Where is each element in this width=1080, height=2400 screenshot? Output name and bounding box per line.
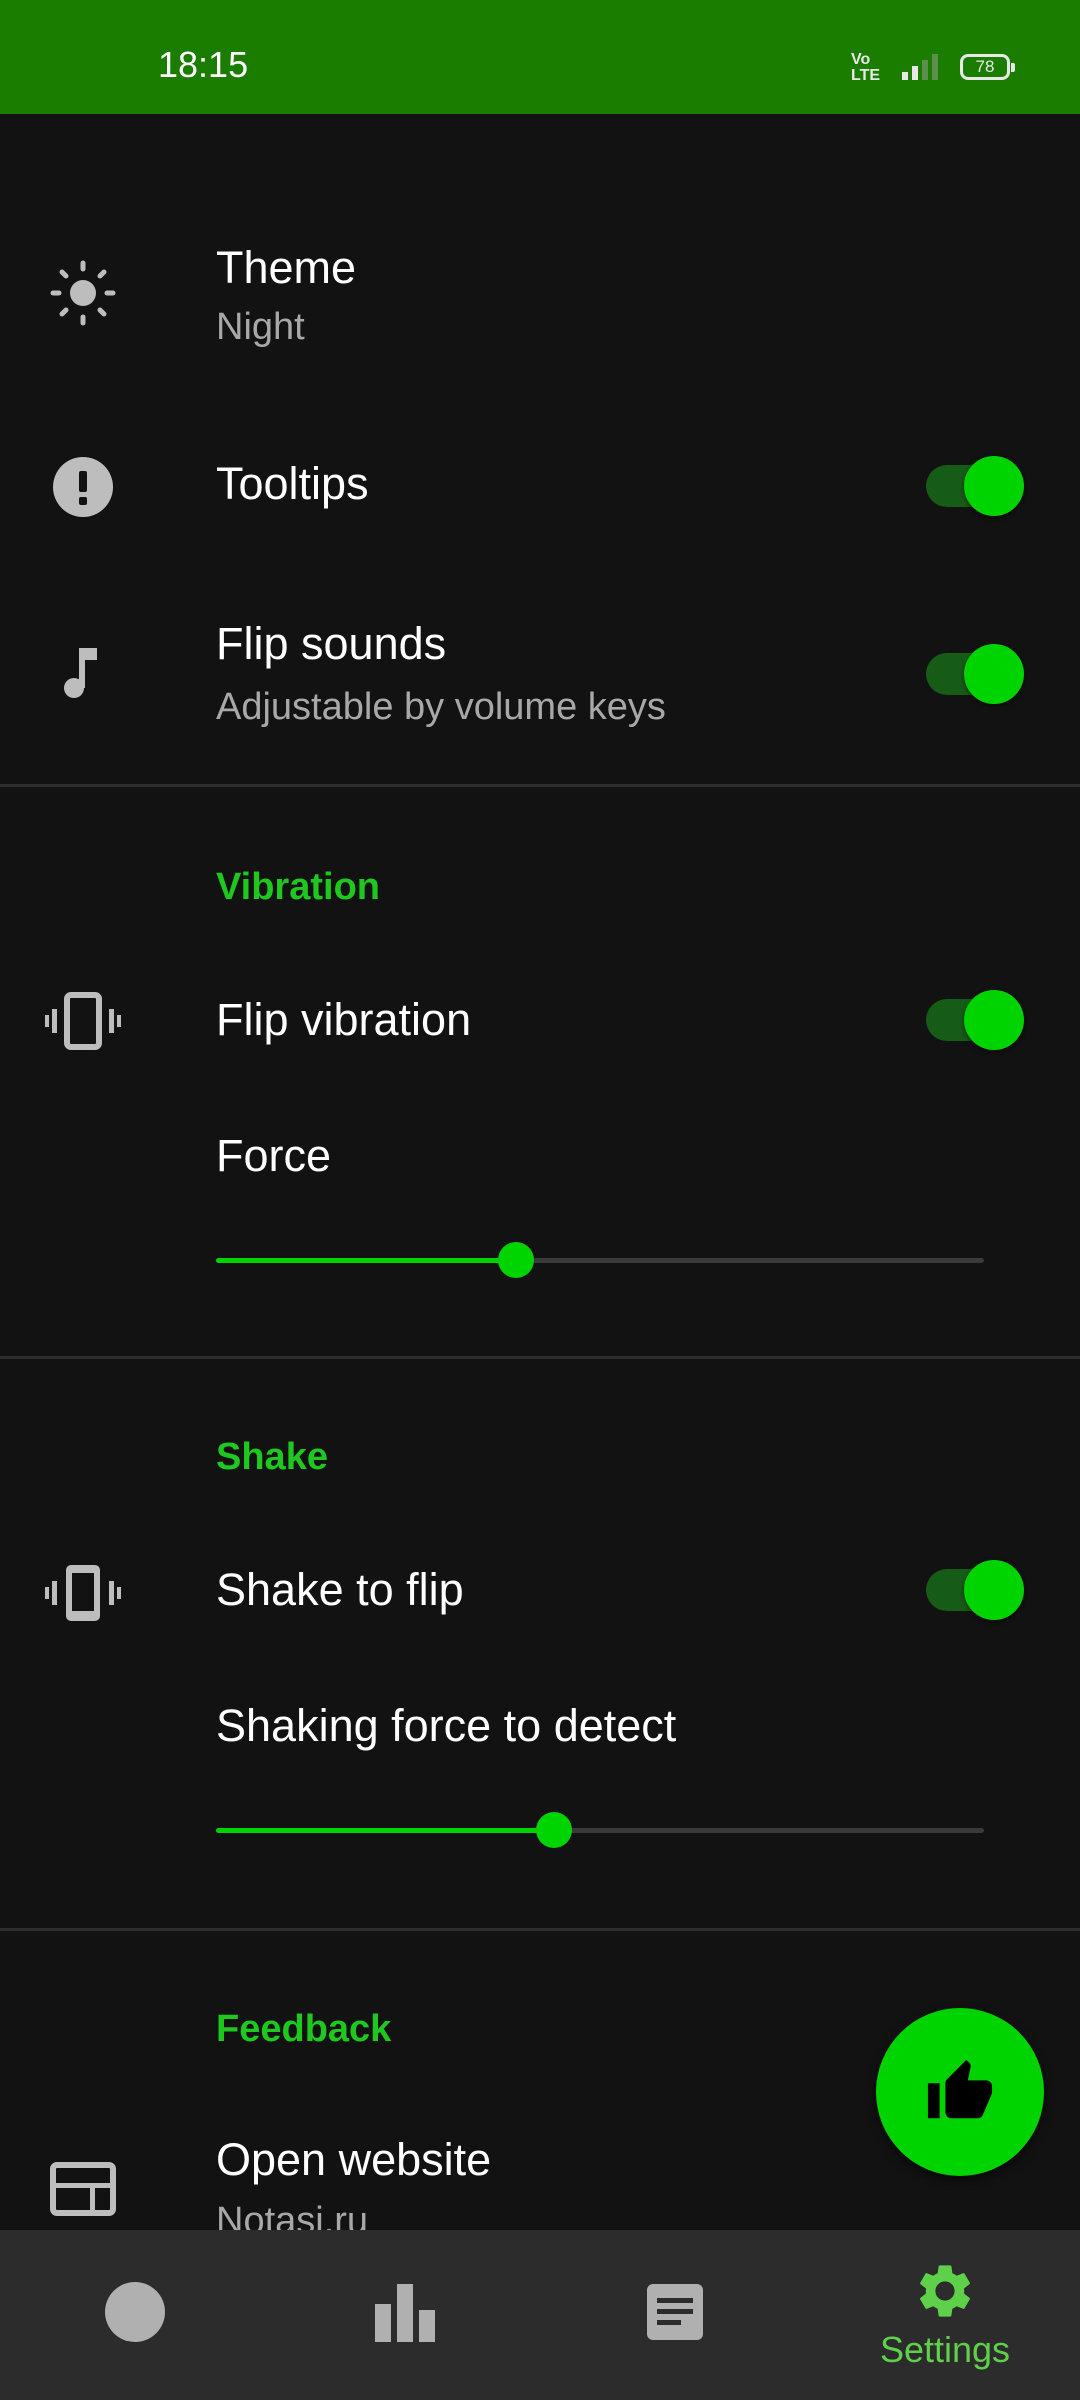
theme-title: Theme: [216, 242, 357, 293]
tooltips-toggle[interactable]: [924, 456, 1024, 516]
exclamation-icon: [53, 457, 113, 517]
shake-section-header: Shake: [216, 1436, 328, 1478]
open-website-title: Open website: [216, 2134, 492, 2185]
flip-vibration-title: Flip vibration: [216, 994, 472, 1045]
shake-to-flip-title: Shake to flip: [216, 1564, 464, 1615]
shaking-force-title: Shaking force to detect: [216, 1700, 677, 1751]
toggle-thumb: [964, 990, 1024, 1050]
circle-icon: [105, 2282, 165, 2342]
rate-fab-button[interactable]: [876, 2008, 1044, 2176]
status-time: 18:15: [158, 44, 249, 85]
settings-list[interactable]: Theme Night Tooltips Flip sounds Adjusta…: [0, 114, 1080, 2230]
tooltips-title: Tooltips: [216, 458, 369, 509]
nav-item-stats[interactable]: [270, 2230, 540, 2400]
gear-icon: [920, 2265, 970, 2317]
divider: [0, 1356, 1080, 1359]
flip-sounds-toggle[interactable]: [924, 644, 1024, 704]
shake-phone-icon: [45, 1565, 121, 1621]
feedback-section-header: Feedback: [216, 2008, 392, 2050]
notes-icon: [647, 2284, 703, 2340]
bar-chart-icon: [375, 2284, 435, 2342]
nav-item-flip[interactable]: [0, 2230, 270, 2400]
nav-item-notes[interactable]: [540, 2230, 810, 2400]
vibration-section-header: Vibration: [216, 866, 380, 908]
flip-sounds-subtitle: Adjustable by volume keys: [216, 686, 666, 728]
open-website-subtitle: Notasi.ru: [216, 2200, 369, 2230]
toggle-thumb: [964, 1560, 1024, 1620]
sun-icon: [50, 260, 116, 326]
slider-fill: [216, 1258, 516, 1263]
web-icon: [50, 2162, 116, 2216]
slider-knob[interactable]: [536, 1812, 572, 1848]
music-note-icon: [64, 648, 97, 698]
volte-icon: Vo LTE: [851, 51, 881, 84]
battery-icon: 78: [960, 54, 1015, 80]
theme-value: Night: [216, 306, 305, 348]
force-slider[interactable]: [216, 1240, 984, 1280]
bottom-navigation: Settings: [0, 2230, 1080, 2400]
slider-fill: [216, 1828, 554, 1833]
battery-level: 78: [975, 57, 995, 76]
force-title: Force: [216, 1130, 332, 1181]
divider: [0, 1928, 1080, 1931]
vibration-icon: [45, 992, 121, 1050]
flip-sounds-title: Flip sounds: [216, 618, 447, 669]
shaking-force-slider[interactable]: [216, 1810, 984, 1850]
shake-to-flip-toggle[interactable]: [924, 1560, 1024, 1620]
signal-icon: [902, 54, 938, 80]
thumbs-up-icon: [927, 2059, 993, 2119]
slider-knob[interactable]: [498, 1242, 534, 1278]
nav-label-settings: Settings: [879, 2329, 1011, 2370]
flip-vibration-toggle[interactable]: [924, 990, 1024, 1050]
status-bar: 18:15 Vo LTE 78: [0, 0, 1080, 114]
nav-item-settings[interactable]: Settings: [810, 2230, 1080, 2400]
divider: [0, 784, 1080, 787]
toggle-thumb: [964, 644, 1024, 704]
toggle-thumb: [964, 456, 1024, 516]
